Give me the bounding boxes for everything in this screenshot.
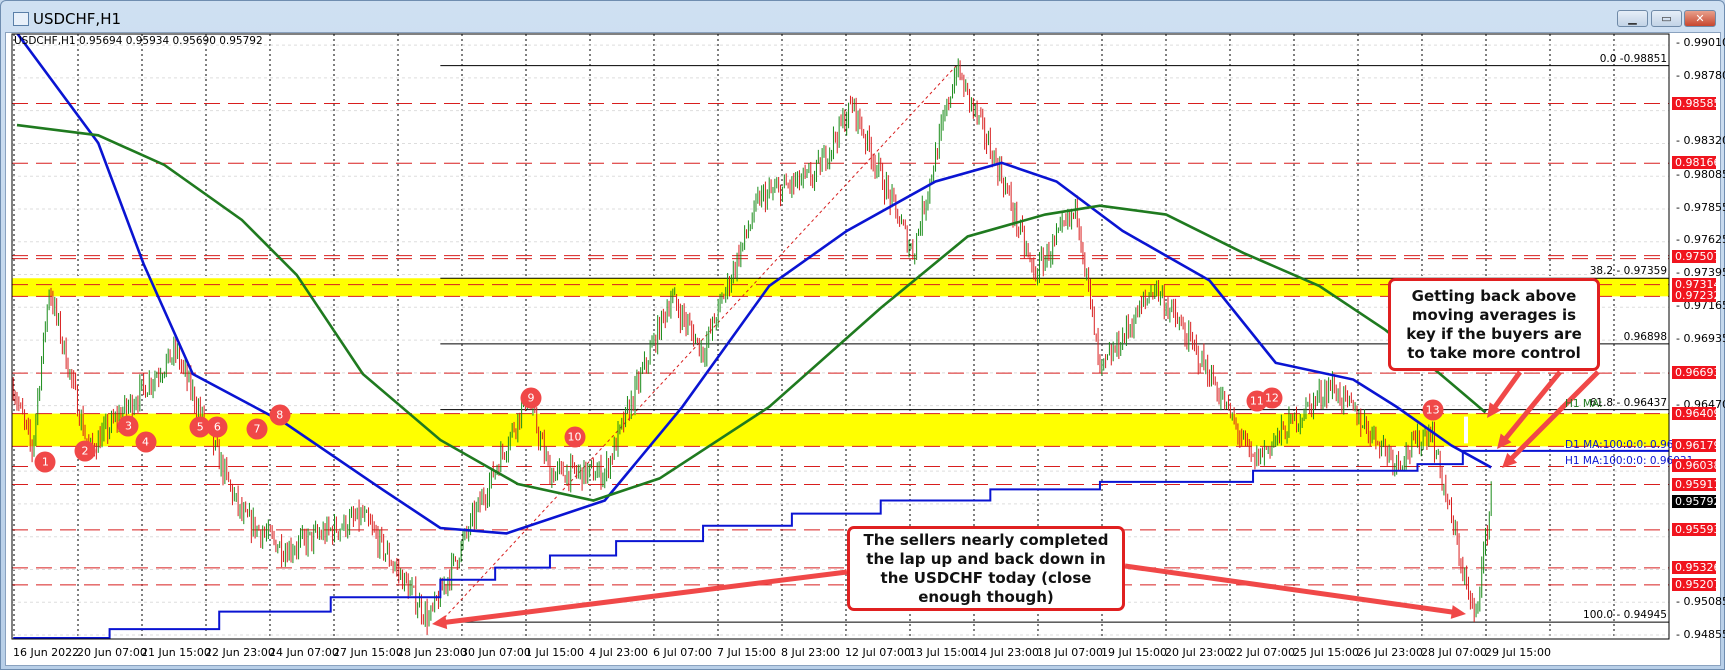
time-axis-label: 14 Jul 23:00: [973, 646, 1039, 659]
time-axis-label: 29 Jul 15:00: [1485, 646, 1551, 659]
price-axis-label: - 0.97855: [1676, 200, 1725, 214]
level-price-label: 0.95326: [1672, 560, 1721, 574]
annotation-arrow: [439, 569, 848, 626]
price-axis-label: - 0.98320: [1676, 134, 1725, 148]
level-price-label: 0.96179: [1672, 439, 1721, 453]
fib-label: 100.0 - 0.94945: [1583, 609, 1667, 622]
swing-marker: 3: [117, 415, 139, 437]
price-axis-label: - 0.97625: [1676, 233, 1725, 247]
price-axis-label: - 0.99010: [1676, 36, 1725, 49]
swing-marker: 13: [1422, 399, 1444, 421]
time-axis-label: 18 Jul 07:00: [1037, 646, 1103, 659]
swing-marker: 12: [1261, 387, 1283, 409]
level-price-label: 0.98166: [1672, 156, 1721, 170]
arrow-head-icon: [1450, 605, 1466, 619]
fib-label: 0.0 -0.98851: [1599, 52, 1667, 65]
time-axis-label: 24 Jun 07:00: [269, 646, 339, 659]
time-axis-label: 4 Jul 23:00: [589, 646, 648, 659]
time-axis-label: 22 Jul 07:00: [1229, 646, 1295, 659]
time-axis-label: 8 Jul 23:00: [781, 646, 840, 659]
time-axis-label: 26 Jul 23:00: [1357, 646, 1423, 659]
level-price-label: 0.98585: [1672, 96, 1721, 110]
current-price-label: 0.95792: [1672, 494, 1721, 508]
annotation-sellers: The sellers nearly completed the lap up …: [847, 526, 1125, 611]
price-axis-label: - 0.95085: [1676, 595, 1725, 609]
level-price-label: 0.96693: [1672, 366, 1721, 380]
level-price-label: 0.96038: [1672, 459, 1721, 473]
time-axis-label: 19 Jul 15:00: [1101, 646, 1167, 659]
annotation-buyers: Getting back above moving averages is ke…: [1388, 278, 1600, 371]
time-axis-label: 16 Jun 2022: [13, 646, 80, 659]
arrow-head-icon: [432, 615, 448, 630]
time-axis-label: 7 Jul 15:00: [717, 646, 776, 659]
time-axis-label: 25 Jul 15:00: [1293, 646, 1359, 659]
swing-marker: 10: [564, 426, 586, 448]
annotation-arrow: [1489, 370, 1523, 413]
level-price-label: 0.95207: [1672, 577, 1721, 591]
zone-gap: [1464, 416, 1468, 444]
ohlc-header: USDCHF,H1 0.95694 0.95934 0.95690 0.9579…: [14, 35, 263, 47]
price-axis-label: - 0.98085: [1676, 167, 1725, 181]
time-axis-label: 27 Jun 15:00: [333, 646, 403, 659]
swing-marker: 9: [520, 387, 542, 409]
swing-marker: 6: [206, 416, 228, 438]
price-axis-label: - 0.96935: [1676, 331, 1725, 345]
time-axis-label: 20 Jul 23:00: [1165, 646, 1231, 659]
time-axis-label: 21 Jun 15:00: [141, 646, 211, 659]
time-axis-label: 30 Jun 07:00: [461, 646, 531, 659]
swing-marker: 1: [34, 451, 56, 473]
level-price-label: 0.97232: [1672, 289, 1721, 303]
time-axis-label: 28 Jul 07:00: [1421, 646, 1487, 659]
swing-marker: 4: [135, 431, 156, 453]
level-price-label: 0.95911: [1672, 477, 1721, 491]
annotation-arrow: [1124, 563, 1459, 616]
ma-label: H1 MA:: [1565, 397, 1603, 410]
swing-marker: 8: [269, 404, 291, 426]
price-axis-label: - 0.94855: [1676, 628, 1725, 641]
swing-marker: 2: [74, 440, 96, 462]
level-price-label: 0.95593: [1672, 522, 1721, 536]
price-axis-label: - 0.98780: [1676, 68, 1725, 82]
level-price-label: 0.97507: [1672, 250, 1721, 264]
time-axis-label: 12 Jul 07:00: [845, 646, 911, 659]
level-price-label: 0.96409: [1672, 406, 1721, 420]
fib-label: 38.2 - 0.97359: [1589, 265, 1667, 278]
time-axis-label: 28 Jun 23:00: [397, 646, 467, 659]
time-axis-label: 20 Jun 07:00: [77, 646, 147, 659]
time-axis-label: 22 Jun 23:00: [205, 646, 275, 659]
time-axis-label: 1 Jul 15:00: [525, 646, 584, 659]
time-axis-label: 6 Jul 07:00: [653, 646, 712, 659]
swing-marker: 7: [246, 418, 268, 440]
fib-label: 0.96898: [1623, 330, 1667, 343]
time-axis-label: 13 Jul 15:00: [909, 646, 975, 659]
